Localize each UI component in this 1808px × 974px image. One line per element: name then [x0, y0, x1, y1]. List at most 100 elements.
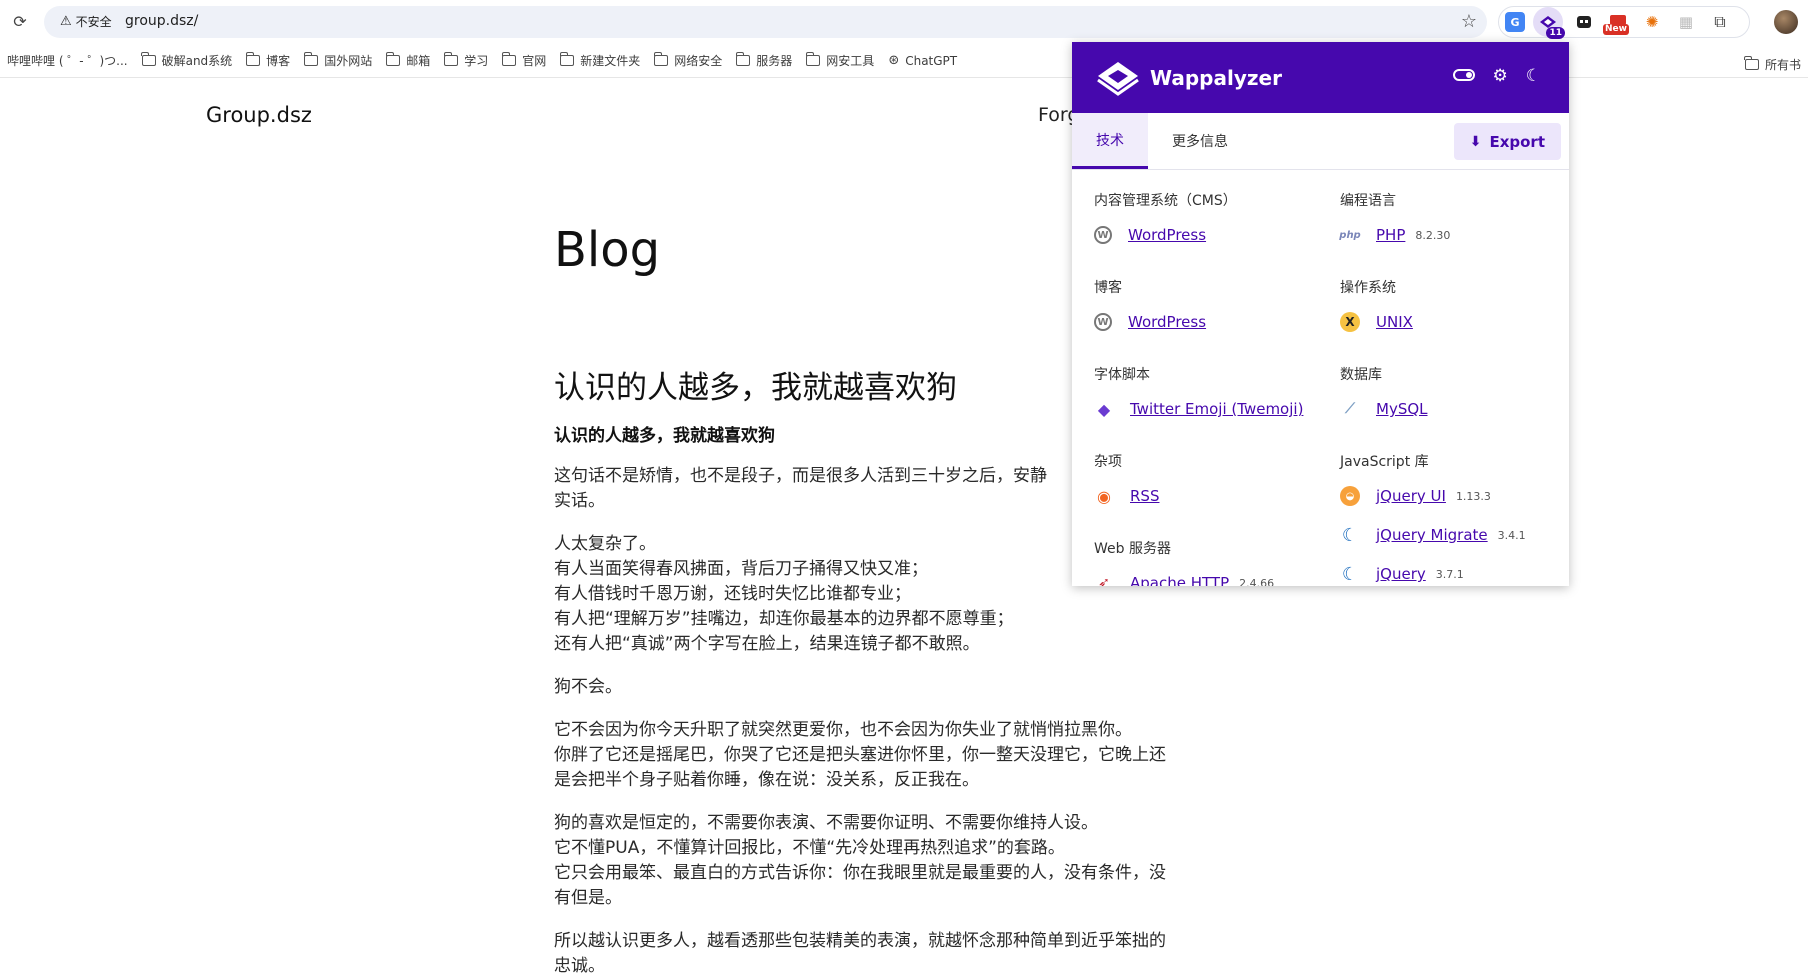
tech-link[interactable]: PHP — [1376, 226, 1405, 244]
tech-item[interactable]: X UNIX — [1340, 309, 1413, 335]
url-text[interactable]: group.dsz/ — [125, 13, 198, 29]
reader-extension-icon[interactable]: ▦ — [1673, 9, 1699, 35]
tech-item[interactable]: ◉ RSS — [1094, 483, 1159, 509]
paragraph-line: 它只会用最笨、最直白的方式告诉你：你在我眼里就是最重要的人，没有条件，没 — [554, 863, 1166, 883]
wappalyzer-count-badge: 11 — [1546, 27, 1565, 39]
tech-item[interactable]: ☾ jQuery 3.7.1 — [1340, 561, 1526, 586]
tech-category: 字体脚本 ◆ Twitter Emoji (Twemoji) — [1094, 364, 1303, 435]
address-bar[interactable]: ⚠ 不安全 group.dsz/ ☆ — [44, 6, 1487, 38]
bookmark-folder[interactable]: 破解and系统 — [135, 47, 240, 75]
paragraph-line: 这句话不是矫情，也不是段子，而是很多人活到三十岁之后，安静 — [554, 466, 1047, 486]
bookmark-folder[interactable]: 邮箱 — [379, 47, 437, 75]
paragraph-line: 还有人把“真诚”两个字写在脸上，结果连镜子都不敢照。 — [554, 634, 980, 654]
download-icon: ⬇ — [1469, 133, 1482, 150]
category-name: 杂项 — [1094, 454, 1122, 470]
settings-gear-icon[interactable]: ⚙ — [1493, 66, 1508, 86]
tech-item[interactable]: ➶ Apache HTTP 2.4.66 — [1094, 570, 1274, 586]
tech-version: 2.4.66 — [1239, 576, 1275, 587]
category-name: 数据库 — [1340, 367, 1382, 383]
chatgpt-icon: ⊛ — [888, 53, 900, 68]
bookmark-item[interactable]: 哔哩哔哩 ( ゜- ゜)つ... — [0, 47, 135, 75]
paragraph-line: 狗不会。 — [554, 677, 622, 697]
folder-icon — [443, 52, 459, 66]
all-bookmarks-folder[interactable]: 所有书 — [1738, 50, 1808, 78]
tech-link[interactable]: jQuery Migrate — [1376, 526, 1488, 544]
export-button[interactable]: ⬇ Export — [1453, 123, 1561, 160]
paragraph-line: 它不会因为你今天升职了就突然更爱你，也不会因为你失业了就悄悄拉黑你。 — [554, 720, 1132, 740]
tech-item[interactable]: ◆ Twitter Emoji (Twemoji) — [1094, 396, 1304, 422]
tech-category: 博客 W WordPress — [1094, 277, 1206, 348]
folder-icon — [385, 52, 401, 66]
tech-item[interactable]: ◒ jQuery UI 1.13.3 — [1340, 483, 1526, 509]
tech-link[interactable]: jQuery — [1376, 565, 1426, 583]
bookmark-folder[interactable]: 官网 — [495, 47, 553, 75]
translate-extension-icon[interactable]: G — [1505, 12, 1525, 32]
wappalyzer-extension-icon[interactable]: 11 — [1533, 7, 1565, 39]
paragraph-line: 有人借钱时千恩万谢，还钱时失忆比谁都专业； — [554, 584, 911, 604]
tech-item[interactable]: php PHP 8.2.30 — [1339, 222, 1451, 248]
new-extension-icon[interactable]: New — [1603, 9, 1631, 35]
apache-icon: ➶ — [1098, 575, 1110, 586]
toggle-icon[interactable] — [1452, 69, 1475, 81]
extensions-bar: G 11 New ✺ ▦ ⧉ — [1498, 6, 1750, 39]
bookmark-folder[interactable]: 新建文件夹 — [553, 47, 647, 75]
tech-version: 8.2.30 — [1415, 228, 1451, 242]
tech-link[interactable]: WordPress — [1128, 313, 1206, 331]
ghost-extension-icon[interactable] — [1571, 9, 1597, 35]
paragraph-line: 有人把“理解万岁”挂嘴边，却连你最基本的边界都不愿尊重； — [554, 609, 1014, 629]
puzzle-extensions-icon[interactable]: ⧉ — [1707, 9, 1733, 35]
category-name: 博客 — [1094, 280, 1122, 296]
folder-icon — [653, 52, 669, 66]
bookmark-folder[interactable]: 服务器 — [729, 47, 799, 75]
paragraph-line: 有人当面笑得春风拂面，背后刀子捅得又快又准； — [554, 559, 928, 579]
post-paragraph: 它不会因为你今天升职了就突然更爱你，也不会因为你失业了就悄悄拉黑你。 你胖了它还是… — [554, 718, 1204, 793]
category-name: 字体脚本 — [1094, 367, 1150, 383]
tech-link[interactable]: MySQL — [1376, 400, 1428, 418]
folder-icon — [141, 52, 156, 66]
tab-more-info[interactable]: 更多信息 — [1148, 113, 1252, 169]
reload-icon[interactable]: ⟳ — [8, 10, 32, 34]
security-chip[interactable]: ⚠ 不安全 — [52, 11, 120, 33]
bookmark-folder[interactable]: 学习 — [437, 47, 495, 75]
dark-mode-moon-icon[interactable]: ☾ — [1526, 66, 1541, 86]
category-name: 操作系统 — [1340, 280, 1396, 296]
paragraph-line: 是会把半个身子贴着你睡，像在说：没关系，反正我在。 — [554, 770, 979, 790]
tech-item[interactable]: W WordPress — [1094, 309, 1206, 335]
site-title[interactable]: Group.dsz — [206, 103, 312, 127]
tab-technologies[interactable]: 技术 — [1072, 113, 1148, 169]
post-paragraph: 狗的喜欢是恒定的，不需要你表演、不需要你证明、不需要你维持人设。 它不懂PUA，不… — [554, 811, 1204, 911]
blog-heading: Blog — [554, 222, 661, 278]
post-paragraph: 所以越认识更多人，越看透那些包装精美的表演，就越怀念那种简单到近乎笨拙的 忠诚。 — [554, 929, 1204, 974]
tech-link[interactable]: jQuery UI — [1376, 487, 1446, 505]
bookmark-star-icon[interactable]: ☆ — [1461, 11, 1477, 32]
bookmark-folder[interactable]: 国外网站 — [297, 47, 379, 75]
post-title[interactable]: 认识的人越多，我就越喜欢狗 — [554, 362, 957, 407]
adblock-extension-icon[interactable]: ✺ — [1639, 9, 1665, 35]
bookmark-folder[interactable]: 博客 — [239, 47, 297, 75]
paragraph-line: 狗的喜欢是恒定的，不需要你表演、不需要你证明、不需要你维持人设。 — [554, 813, 1098, 833]
paragraph-line: 忠诚。 — [554, 956, 605, 974]
tech-item[interactable]: ⟋ MySQL — [1340, 396, 1428, 422]
tech-link[interactable]: Twitter Emoji (Twemoji) — [1130, 400, 1303, 418]
tech-category: 杂项 ◉ RSS — [1094, 451, 1159, 522]
bookmark-folder[interactable]: 网络安全 — [647, 47, 729, 75]
tech-link[interactable]: Apache HTTP — [1130, 574, 1229, 586]
tech-item[interactable]: ☾ jQuery Migrate 3.4.1 — [1340, 522, 1526, 548]
bookmark-folder[interactable]: 网安工具 — [799, 47, 881, 75]
warning-icon: ⚠ — [60, 14, 72, 29]
wappalyzer-popup: Wappalyzer ⚙ ☾ 技术 更多信息 ⬇ Export 内容管理系统（C… — [1072, 42, 1569, 586]
tech-link[interactable]: RSS — [1130, 487, 1159, 505]
tech-category: 编程语言 php PHP 8.2.30 — [1339, 190, 1451, 261]
wappalyzer-brand: Wappalyzer — [1150, 65, 1282, 90]
profile-avatar[interactable] — [1774, 10, 1798, 34]
tech-link[interactable]: UNIX — [1376, 313, 1413, 331]
tech-link[interactable]: WordPress — [1128, 226, 1206, 244]
wappalyzer-logo-icon — [1096, 56, 1140, 100]
wordpress-icon: W — [1094, 313, 1112, 331]
mysql-icon: ⟋ — [1345, 401, 1355, 417]
folder-icon — [303, 52, 319, 66]
tech-version: 3.4.1 — [1497, 528, 1526, 542]
post-paragraph: 狗不会。 — [554, 675, 1204, 700]
bookmark-chatgpt[interactable]: ⊛ ChatGPT — [881, 47, 964, 75]
tech-item[interactable]: W WordPress — [1094, 222, 1237, 248]
